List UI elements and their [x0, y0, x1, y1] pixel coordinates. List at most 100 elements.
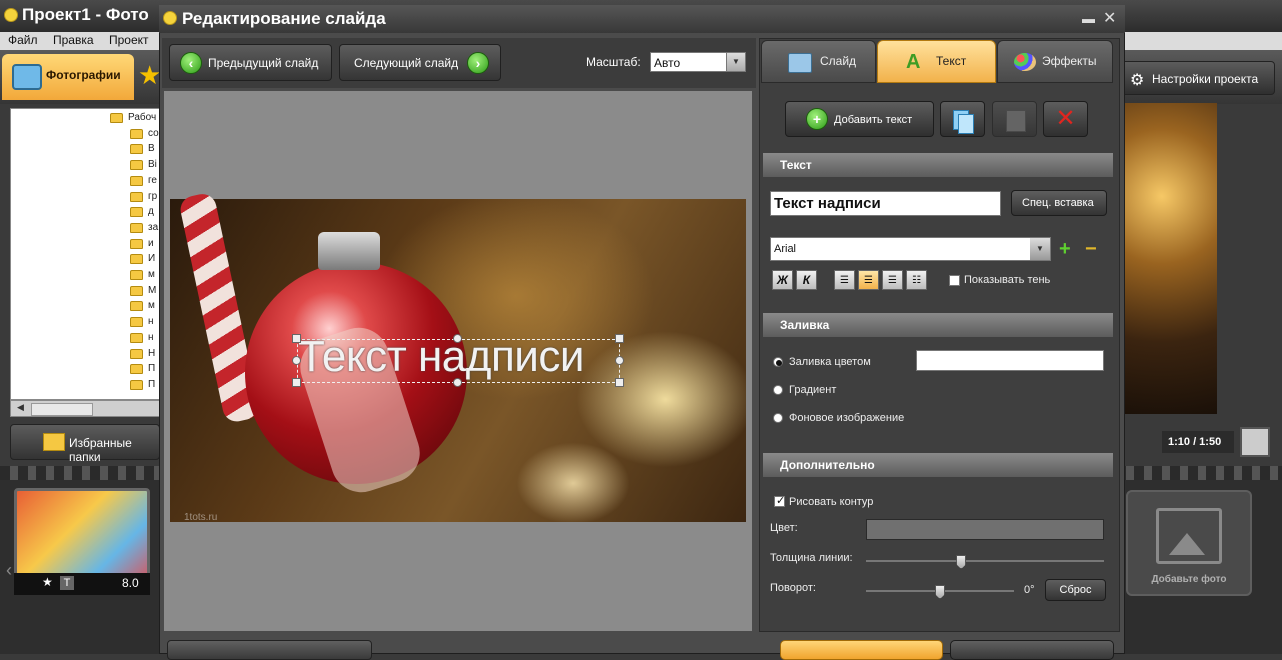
picture-icon [1156, 508, 1222, 564]
arrow-right-icon: › [467, 52, 489, 74]
tree-item-label: со [148, 127, 159, 139]
thumbnail-bar: ★ T 8.0 [14, 573, 150, 595]
tree-item-label: И [148, 253, 156, 265]
reset-button[interactable]: Сброс [1045, 579, 1106, 601]
tree-item-label: м [148, 269, 155, 280]
folder-icon [110, 113, 123, 123]
app-logo-icon [4, 8, 18, 22]
photos-tab[interactable]: Фотографии [2, 54, 134, 100]
copy-button[interactable] [940, 101, 985, 137]
tab-slide[interactable]: Слайд [761, 40, 876, 83]
resize-handle-se[interactable] [615, 378, 624, 387]
scroll-thumb[interactable] [31, 403, 93, 416]
scroll-left-icon[interactable]: ◀ [17, 402, 24, 413]
resize-handle-ne[interactable] [615, 334, 624, 343]
folder-icon [130, 317, 143, 328]
menu-edit[interactable]: Правка [53, 33, 94, 47]
fill-color-radio[interactable] [773, 357, 783, 367]
paste-button[interactable] [992, 101, 1037, 137]
special-insert-button[interactable]: Спец. вставка [1011, 190, 1107, 216]
prev-slide-label: Предыдущий слайд [208, 56, 319, 70]
preview-image [1125, 103, 1217, 414]
rotation-value: 0° [1024, 584, 1035, 596]
ok-button[interactable] [780, 640, 943, 660]
resize-handle-w[interactable] [292, 356, 301, 365]
tree-item-label: П [148, 363, 156, 375]
background-image-radio[interactable] [773, 413, 783, 423]
fill-color-label: Заливка цветом [789, 356, 871, 368]
project-settings-button[interactable]: ⚙ Настройки проекта [1121, 61, 1275, 95]
resize-handle-sw[interactable] [292, 378, 301, 387]
font-size-decrease-icon[interactable]: − [1085, 238, 1097, 261]
tree-scrollbar[interactable]: ◀ [10, 400, 160, 417]
folder-icon [130, 270, 143, 280]
add-text-button[interactable]: + Добавить текст [785, 101, 934, 137]
chevron-down-icon[interactable]: ▼ [1030, 238, 1050, 260]
folder-icon [43, 433, 65, 451]
folder-icon [130, 128, 143, 139]
color-label: Цвет: [770, 522, 798, 534]
outline-color-swatch[interactable] [866, 519, 1104, 540]
tab-slide-label: Слайд [820, 54, 857, 68]
prev-slide-button[interactable]: ‹ Предыдущий слайд [169, 44, 332, 81]
tree-item-label: П [148, 378, 156, 390]
folder-icon [130, 254, 143, 265]
fullscreen-icon[interactable] [1240, 427, 1270, 457]
menu-project[interactable]: Проект [109, 33, 149, 47]
align-right-icon[interactable]: ☰ [882, 270, 903, 290]
restore-icon[interactable]: ▬ [1082, 11, 1095, 26]
chevron-down-icon[interactable]: ▼ [726, 53, 745, 71]
add-photo-button[interactable]: Добавьте фото [1126, 490, 1252, 596]
cancel-button[interactable] [950, 640, 1114, 660]
text-icon[interactable]: T [60, 576, 74, 590]
section-fill-header: Заливка [763, 313, 1113, 337]
resize-handle-nw[interactable] [292, 334, 301, 343]
background-image-label: Фоновое изображение [789, 412, 905, 424]
italic-button[interactable]: К [796, 270, 817, 290]
favorites-button[interactable]: Избранные папки [10, 424, 160, 464]
bold-button[interactable]: Ж [772, 270, 793, 290]
tree-item[interactable]: Рабоч [110, 112, 156, 126]
mountain-shape [1169, 533, 1205, 555]
align-center-icon[interactable]: ☰ [858, 270, 879, 290]
next-slide-button[interactable]: Следующий слайд › [339, 44, 501, 81]
gradient-radio[interactable] [773, 385, 783, 395]
bottom-left-button[interactable] [167, 640, 372, 660]
tab-text[interactable]: A Текст [877, 40, 996, 83]
folder-icon [130, 191, 143, 202]
font-size-increase-icon[interactable]: + [1059, 238, 1071, 261]
tree-item-label: и [148, 237, 154, 249]
star-icon[interactable]: ★ [42, 575, 53, 589]
section-extra-header: Дополнительно [763, 453, 1113, 477]
folder-icon [130, 348, 143, 359]
add-text-label: Добавить текст [834, 114, 913, 126]
tree-item-label: В [148, 143, 155, 155]
menu-file[interactable]: Файл [8, 33, 38, 47]
slide-caption[interactable]: Текст надписи [298, 332, 584, 382]
align-justify-icon[interactable]: ☷ [906, 270, 927, 290]
close-icon[interactable]: ✕ [1103, 8, 1116, 28]
font-select[interactable]: Arial [770, 237, 1051, 261]
gradient-label: Градиент [789, 384, 837, 396]
show-shadow-checkbox[interactable] [949, 275, 960, 286]
check-icon: ✓ [776, 495, 786, 507]
tree-item-label: н [148, 316, 154, 328]
delete-button[interactable]: ✕ [1043, 101, 1088, 137]
chevron-left-icon[interactable]: ‹ [6, 560, 12, 581]
tree-item-label: ге [148, 174, 157, 186]
tree-item-label: Ві [148, 159, 157, 171]
line-width-slider[interactable] [866, 560, 1104, 562]
resize-handle-s[interactable] [453, 378, 462, 387]
tab-effects[interactable]: Эффекты [997, 40, 1113, 83]
align-left-icon[interactable]: ☰ [834, 270, 855, 290]
resize-handle-e[interactable] [615, 356, 624, 365]
resize-handle-n[interactable] [453, 334, 462, 343]
draw-outline-checkbox[interactable]: ✓ [774, 495, 786, 507]
tree-item-label: М [148, 284, 157, 296]
line-width-label: Толщина линии: [770, 552, 853, 564]
fill-color-swatch[interactable] [916, 350, 1104, 371]
text-input[interactable]: Текст надписи [770, 191, 1001, 216]
draw-outline-label: Рисовать контур [789, 496, 874, 508]
app-title: Проект1 - Фото [22, 5, 149, 24]
paste-icon [1006, 110, 1026, 132]
